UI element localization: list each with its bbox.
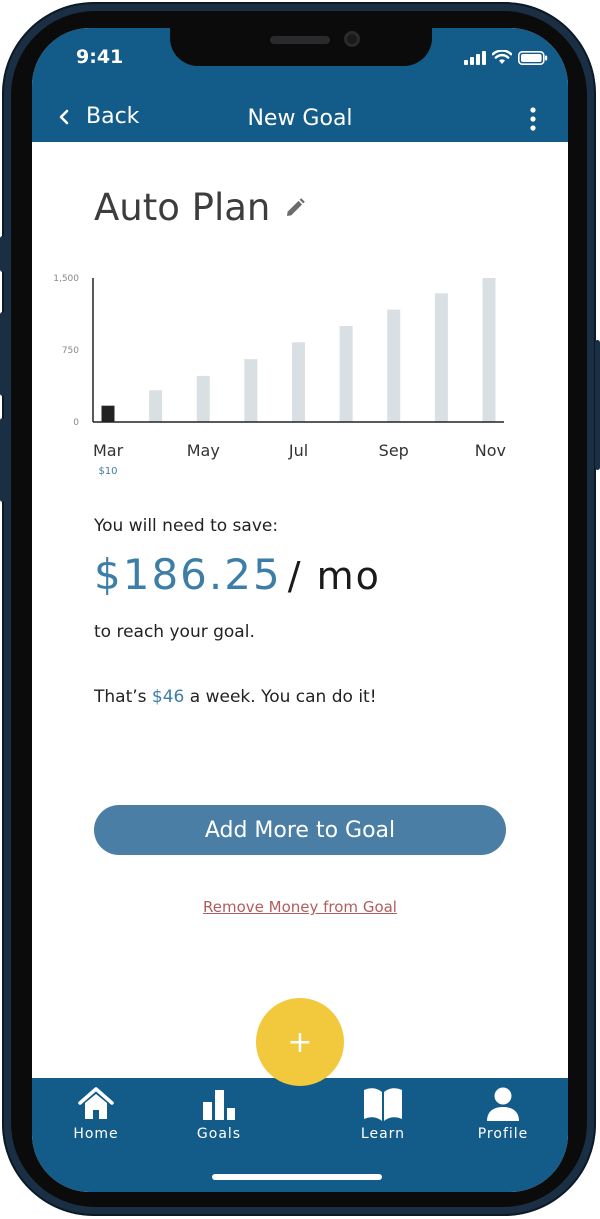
tab-home-label: Home [73, 1126, 119, 1142]
y-tick-label: 0 [73, 418, 79, 428]
battery-icon [518, 50, 548, 65]
chart-bar [339, 326, 353, 422]
tab-learn-label: Learn [360, 1126, 406, 1142]
home-icon [78, 1087, 114, 1119]
add-more-to-goal-button[interactable]: Add More to Goal [94, 805, 506, 855]
chart-bar [196, 375, 210, 422]
tab-goals[interactable]: Goals [174, 1084, 264, 1148]
y-tick-label: 750 [62, 346, 79, 356]
tab-home[interactable]: Home [51, 1084, 141, 1148]
page-title: Auto Plan [94, 186, 271, 229]
edit-pencil-icon[interactable] [284, 197, 306, 219]
remove-money-link[interactable]: Remove Money from Goal [32, 898, 568, 916]
x-tick-label: Sep [379, 441, 409, 460]
status-bar: 9:41 [32, 28, 568, 98]
chart-bar [434, 293, 448, 422]
chart-bar [101, 405, 115, 422]
per-month-label: / mo [287, 554, 381, 598]
highlight-value-label: $10 [98, 466, 117, 477]
mute-switch [0, 236, 5, 272]
book-icon [364, 1088, 402, 1121]
tab-bar: Home Goals Learn Profile [32, 1078, 568, 1192]
bar-chart-icon [203, 1090, 235, 1120]
x-tick-label: Nov [475, 441, 506, 460]
status-time: 9:41 [76, 46, 124, 68]
phone-screen: 9:41 Back New Goal Auto Plan 0 750 1,500… [32, 28, 568, 1192]
weekly-suffix: a week. You can do it! [189, 687, 377, 707]
y-tick-label: 1,500 [53, 274, 79, 284]
notch [170, 28, 432, 66]
monthly-amount: $186.25 [94, 550, 282, 599]
person-icon [487, 1087, 519, 1121]
tab-profile[interactable]: Profile [458, 1084, 548, 1148]
reach-goal-label: to reach your goal. [94, 622, 255, 642]
signal-icon [464, 50, 486, 65]
monthly-amount-row: $186.25 / mo [94, 550, 381, 599]
chart-bar [292, 342, 305, 422]
x-tick-label: May [187, 441, 220, 460]
navigation-bar: Back New Goal [32, 98, 568, 142]
chart-bar [244, 359, 258, 422]
weekly-summary: That’s $46 a week. You can do it! [94, 687, 377, 707]
weekly-prefix: That’s [94, 687, 147, 707]
front-camera [344, 31, 360, 47]
main-content: Auto Plan 0 750 1,500 Mar May Jul Sep Nov $10 Yo… [32, 142, 568, 1078]
volume-down-button [0, 418, 5, 502]
savings-bar-chart: 0 750 1,500 Mar May Jul Sep Nov $10 [53, 274, 506, 477]
add-fab-button[interactable]: + [256, 998, 344, 1086]
status-icons [464, 50, 548, 65]
nav-title: New Goal [247, 106, 353, 131]
page-title-row: Auto Plan [94, 186, 306, 229]
tab-profile-label: Profile [477, 1126, 529, 1142]
x-tick-label: Jul [288, 441, 308, 460]
weekly-amount: $46 [151, 687, 185, 707]
plus-icon: + [287, 1024, 313, 1060]
chart-bar [149, 390, 163, 422]
tab-learn[interactable]: Learn [338, 1084, 428, 1148]
chart-bar [482, 278, 496, 422]
more-options-icon[interactable] [528, 106, 538, 132]
tab-goals-label: Goals [196, 1126, 242, 1142]
wifi-icon [492, 50, 512, 64]
save-label: You will need to save: [94, 516, 279, 536]
volume-up-button [0, 312, 5, 396]
home-indicator [212, 1174, 382, 1180]
chart-bar [387, 309, 401, 422]
speaker [270, 36, 330, 44]
x-tick-label: Mar [93, 441, 124, 460]
power-button [595, 340, 600, 470]
